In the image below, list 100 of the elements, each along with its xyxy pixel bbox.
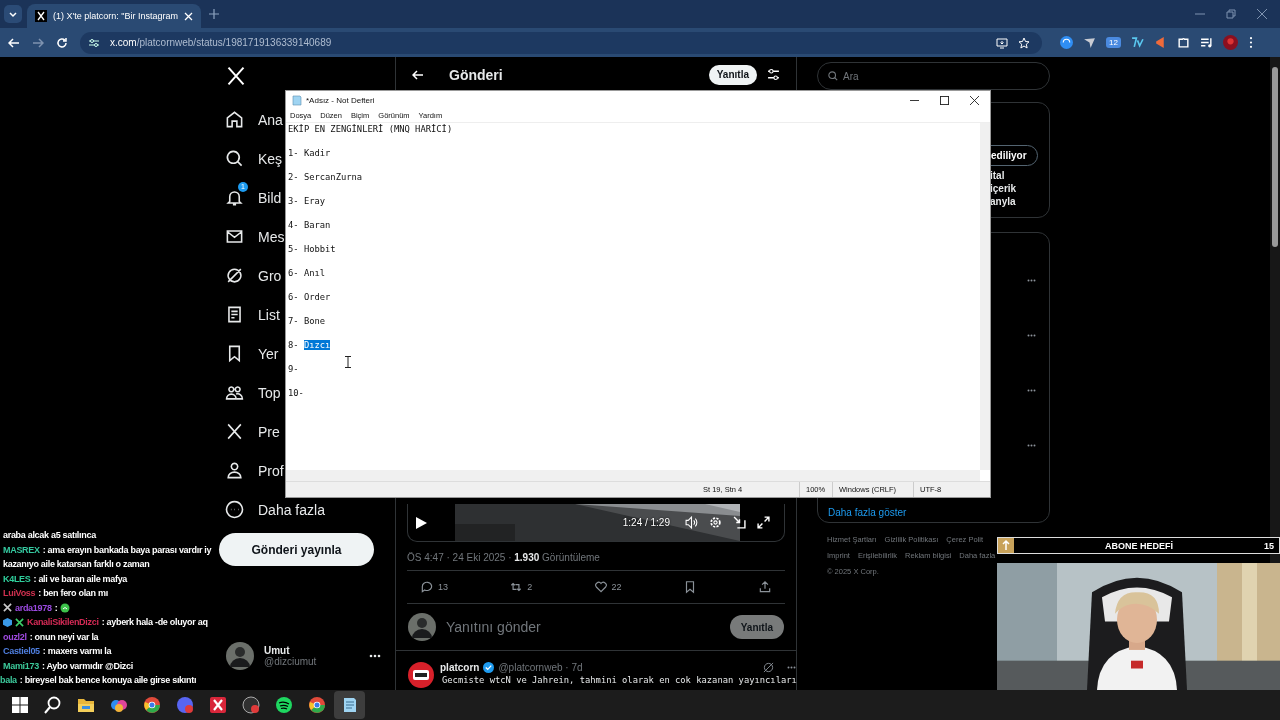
account-switcher[interactable]: Umut @dizciumut (226, 642, 381, 670)
scrollbar-thumb[interactable] (1272, 67, 1278, 247)
author-name[interactable]: platcorn (440, 662, 480, 673)
reply-field[interactable]: Yanıtını gönder (444, 618, 722, 636)
chat-username: Mami173 (3, 660, 39, 671)
back-icon[interactable] (8, 36, 20, 49)
search-icon (43, 696, 62, 714)
card-text: içerik (990, 182, 1017, 195)
translate-icon[interactable] (1130, 36, 1144, 49)
chat-message: : ama erayın bankada baya parası vardır iy (42, 544, 212, 555)
address-bar[interactable]: x.com/platcornweb/status/1981719136339140689 (80, 31, 1042, 54)
swirl-icon[interactable] (1060, 36, 1073, 49)
volume-icon[interactable] (685, 516, 698, 529)
nav-item[interactable]: Gro (222, 256, 282, 295)
chat-username: KanaliSikilenDizci (27, 617, 99, 628)
arrow-up-icon (998, 538, 1014, 553)
avatar (408, 613, 436, 641)
action-button[interactable] (758, 580, 772, 594)
reply-button[interactable]: Yanıtla (708, 64, 757, 85)
disc-icon (175, 696, 194, 714)
action-button[interactable]: 2 (509, 580, 533, 594)
scrollbar[interactable] (286, 470, 980, 481)
video-player[interactable]: 1:24 / 1:29 (407, 504, 785, 542)
show-more-link[interactable]: Daha fazla göster (828, 507, 907, 518)
nav-item[interactable]: Mes (222, 217, 285, 256)
install-icon[interactable] (996, 36, 1008, 49)
post-text: Gecmiste wtcN ve Jahrein, tahmini olarak en cok kazanan yayıncıları (441, 675, 797, 687)
avatar (226, 642, 254, 670)
bell-icon (224, 188, 244, 207)
site-settings-icon[interactable] (88, 37, 100, 48)
notepad-icon (292, 94, 302, 106)
search-icon (828, 71, 838, 81)
close-icon[interactable] (970, 95, 979, 105)
nav-item[interactable]: Pre (222, 412, 280, 451)
more-icon[interactable] (785, 666, 797, 669)
account-name: Umut (264, 645, 291, 656)
fullscreen-icon[interactable] (757, 516, 770, 529)
avatar[interactable] (408, 662, 434, 688)
more-icon[interactable] (1026, 279, 1037, 282)
x-mark-icon[interactable] (226, 66, 246, 86)
card-text: ital (990, 169, 1005, 182)
post-button[interactable]: Gönderi yayınla (219, 533, 374, 566)
nav-item[interactable]: List (222, 295, 280, 334)
play-icon[interactable] (416, 516, 427, 529)
text-line: 2- SercanZurna (288, 171, 364, 183)
text-line: 8- Dızcı (288, 339, 332, 351)
cross-tile-icon (208, 696, 227, 714)
chat-username: ouzl2l (3, 631, 27, 642)
more-icon[interactable] (1026, 334, 1037, 337)
action-button[interactable]: 13 (420, 580, 448, 594)
more-icon[interactable] (1026, 389, 1037, 392)
video-time: 1:24 / 1:29 (622, 517, 670, 528)
ring-dot-icon (241, 696, 260, 714)
extension-counter[interactable]: 12 (1106, 37, 1121, 48)
chat-username: Castiel05 (3, 646, 40, 657)
forward-icon[interactable] (32, 36, 44, 49)
chat-message: : ben fero olan mı (38, 588, 108, 599)
page-title: Gönderi (449, 66, 503, 83)
more-icon[interactable] (1026, 444, 1037, 447)
restore-icon[interactable] (1226, 9, 1236, 19)
text-line: 9- (288, 363, 300, 375)
tab-menu-button[interactable] (4, 5, 22, 23)
star-icon[interactable] (1018, 36, 1030, 49)
text-line: EKİP EN ZENGİNLERİ (MNQ HARİCİ) (288, 123, 454, 135)
maximize-icon[interactable] (940, 95, 949, 105)
scrollbar[interactable] (980, 123, 990, 470)
menu-icon[interactable] (1247, 36, 1254, 49)
taskbar-button[interactable] (334, 691, 365, 719)
search-icon (224, 149, 244, 168)
nav-item[interactable]: Prof (222, 451, 284, 490)
browser-tab[interactable]: (1) X'te platcorn: "Bir Instagram (27, 4, 201, 28)
slashed-circle-icon[interactable] (762, 662, 774, 673)
back-icon[interactable] (412, 68, 424, 81)
nav-item[interactable]: Daha fazla (222, 490, 325, 529)
action-button[interactable]: 22 (593, 580, 622, 594)
chat-message: : bireysel bak bence konuya aile girse sıkıntı (19, 675, 197, 686)
chat-message: kazanıyo aile katarsan farklı o zaman (3, 559, 150, 570)
start-icon (10, 696, 29, 714)
more-icon[interactable] (369, 654, 381, 658)
picture-in-picture-icon[interactable] (733, 516, 746, 529)
nav-item[interactable]: Keş (222, 139, 283, 178)
text-line: 10- (288, 387, 305, 399)
chat-username: MASREX (3, 544, 40, 555)
filter-icon[interactable] (767, 68, 780, 81)
paper-plane-icon[interactable] (1083, 36, 1096, 49)
chat-message: : ayberk hala -de oluyor aq (101, 617, 208, 628)
new-tab-icon[interactable] (208, 9, 219, 19)
share-icon (758, 580, 772, 594)
nav-item[interactable]: Top (222, 373, 281, 412)
chat-message: : Aybo varmıdır @Dizci (41, 660, 133, 671)
chat-message: : maxers varmı la (42, 646, 112, 657)
reload-icon[interactable] (56, 36, 68, 49)
nav-item[interactable]: Ana (222, 100, 283, 139)
chat-username: bala (0, 675, 17, 686)
reply-button[interactable]: Yanıtla (729, 615, 784, 639)
nav-item[interactable]: Yer (222, 334, 279, 373)
cross-icon (3, 603, 12, 613)
chat-message: araba alcak a5 satılınca (3, 530, 96, 541)
playlist-icon[interactable] (1199, 36, 1213, 49)
settings-icon[interactable] (709, 516, 722, 529)
